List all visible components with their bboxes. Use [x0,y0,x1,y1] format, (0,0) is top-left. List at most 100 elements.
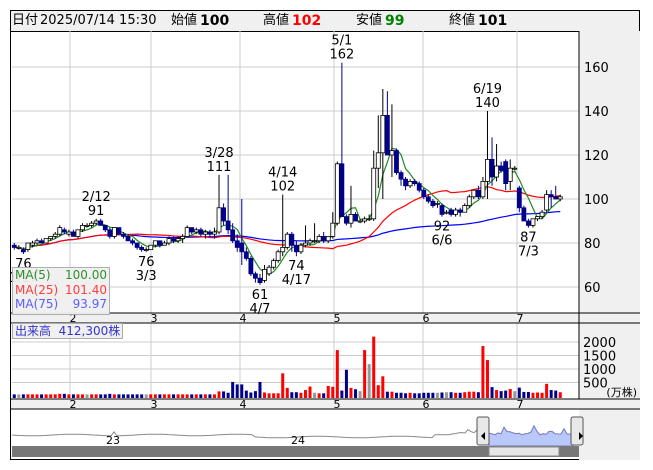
volume-bar [131,394,134,398]
volume-legend: 出来高 412,300株 [12,323,123,339]
candle [167,239,171,243]
candle [536,217,540,219]
volume-bar [113,394,116,398]
price-tick: 80 [584,237,601,252]
volume-bar [459,393,462,398]
candle [135,243,139,247]
candle [112,228,116,237]
volume-bar [477,392,480,398]
candle [476,190,480,197]
candle [458,210,462,212]
candle [240,243,244,252]
volume-bar [181,394,184,398]
candle [549,195,553,197]
candle [117,228,121,235]
candle [226,221,230,230]
candle [176,239,180,241]
candle [44,239,48,243]
volume-bar [22,394,25,398]
candle [76,230,80,237]
annotation-value: 91 [88,204,105,219]
volume-bar [136,394,139,398]
candle [108,230,112,237]
candle [126,236,130,240]
candle [185,228,189,237]
ma75-value: 93.97 [73,297,107,312]
candle [231,230,235,241]
candle [144,250,148,251]
candle [212,232,216,234]
annotation-value: 111 [207,160,232,175]
candle [326,236,330,240]
annotation-date: 4/7 [250,302,271,317]
volume-bar [299,393,302,398]
volume-bar [104,394,107,398]
volume-bar [177,394,180,398]
candle [258,278,262,282]
navigator-selected-range [489,426,573,446]
volume-bar [286,388,289,398]
candle [263,269,267,280]
volume-bar [440,392,443,398]
volume-bar [331,387,334,398]
volume-bar [377,385,380,398]
candle [94,221,98,223]
annotation-date: 3/28 [204,146,233,161]
volume-bar [495,390,498,398]
volume-bar [409,393,412,398]
candle [235,241,239,248]
volume-bar [486,360,489,398]
volume-bar [277,393,280,398]
candle [381,115,385,152]
volume-bar [204,394,207,398]
volume-bar [522,392,525,398]
volume-bar [99,394,102,398]
candle [472,190,476,197]
price-volume-chart[interactable]: 2233445566771601401201008060200015001000… [11,11,641,461]
volume-bar [40,394,43,398]
volume-bar [309,387,312,398]
candle [422,190,426,197]
candle [408,181,412,185]
candle [90,223,94,225]
candle [440,206,444,215]
volume-bar [400,393,403,398]
candle [313,241,317,242]
navigator-handle-left[interactable] [477,417,489,445]
volume-bar [140,394,143,398]
navigator-handle-right[interactable] [571,417,583,445]
volume-bar [349,388,352,398]
volume-bar [363,350,366,398]
volume-bar [554,391,557,398]
candle [290,234,294,245]
annotation-date: 3/3 [136,269,157,284]
volume-bar [395,393,398,398]
volume-bar [295,392,298,398]
volume-bar [531,393,534,398]
candle [30,243,34,245]
candle [53,234,57,236]
candle [413,181,417,183]
volume-bar [304,390,307,398]
candle [526,221,530,225]
volume-bar [258,382,261,398]
volume-bar [195,394,198,398]
annotation-value: 87 [520,231,537,246]
candle [149,245,153,249]
candle [331,223,335,236]
volume-bar [227,393,230,398]
volume-bar [222,391,225,398]
candle [435,203,439,204]
volume-bar [72,394,75,398]
price-tick: 160 [584,61,609,76]
annotation-date: 4/17 [282,273,311,288]
navigator-side-bg [579,409,640,460]
candle [244,252,248,259]
volume-bar [431,393,434,398]
candle [158,241,162,245]
candle [222,208,226,221]
navigator-scrollbar-thumb[interactable] [489,447,559,456]
price-tick: 120 [584,149,609,164]
volume-bar [527,392,530,398]
volume-bar [513,391,516,398]
